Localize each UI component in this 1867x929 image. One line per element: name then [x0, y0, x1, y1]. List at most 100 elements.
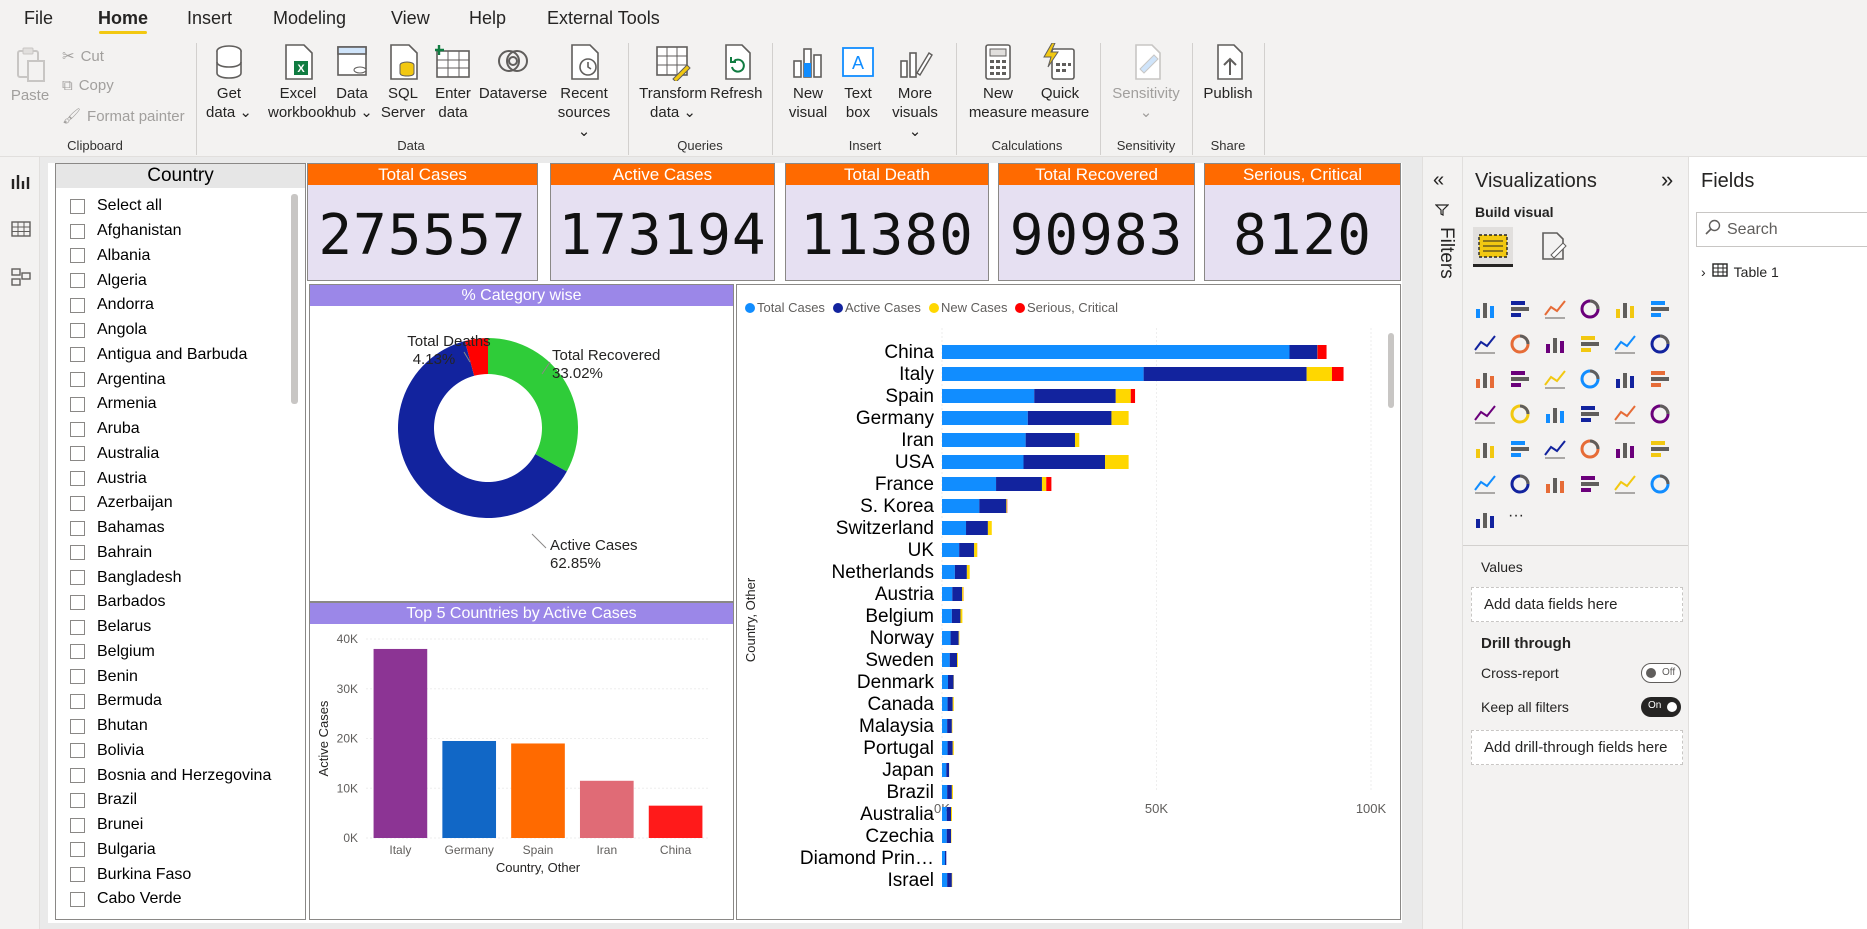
visual-type-icon[interactable]: [1543, 367, 1567, 391]
kpi-card-active-cases[interactable]: Active Cases 173194: [550, 163, 775, 281]
menu-help[interactable]: Help: [469, 8, 506, 29]
slicer-item[interactable]: Aruba: [70, 417, 290, 442]
checkbox[interactable]: [70, 446, 85, 462]
slicer-item[interactable]: Angola: [70, 318, 290, 343]
bar-segment[interactable]: [946, 807, 952, 821]
transform-data-button[interactable]: Transform data ⌄: [638, 43, 708, 122]
bar-segment[interactable]: [1027, 411, 1112, 425]
top5-bar-chart-panel[interactable]: Top 5 Countries by Active Cases 0K 10K 20K…: [309, 602, 734, 920]
bar-segment[interactable]: [979, 499, 1007, 513]
visual-type-icon[interactable]: [1613, 332, 1637, 356]
bar-segment[interactable]: [942, 521, 967, 535]
bar-segment[interactable]: [1289, 345, 1318, 359]
visual-type-icon[interactable]: [1578, 472, 1602, 496]
bar-segment[interactable]: [1115, 389, 1131, 403]
visual-type-icon[interactable]: [1508, 402, 1532, 426]
checkbox[interactable]: [70, 768, 85, 784]
bar-segment[interactable]: [942, 455, 1024, 469]
bar[interactable]: [511, 743, 565, 838]
bar-segment[interactable]: [942, 807, 947, 821]
bar[interactable]: [442, 740, 497, 838]
slicer-item[interactable]: Bosnia and Herzegovina: [70, 763, 290, 788]
checkbox[interactable]: [70, 248, 85, 264]
checkbox[interactable]: [70, 867, 85, 883]
visual-type-icon[interactable]: [1473, 367, 1497, 391]
data-hub-button[interactable]: Data hub ⌄: [330, 43, 374, 122]
expand-chevron-icon[interactable]: »: [1661, 167, 1673, 193]
checkbox[interactable]: [70, 495, 85, 511]
slicer-item[interactable]: Antigua and Barbuda: [70, 343, 290, 368]
slicer-item[interactable]: Andorra: [70, 293, 290, 318]
visual-type-icon[interactable]: [1508, 437, 1532, 461]
bar[interactable]: [579, 780, 634, 838]
slicer-item[interactable]: Select all: [70, 194, 290, 219]
text-box-button[interactable]: A Text box: [836, 43, 880, 122]
chart-scrollbar[interactable]: [1388, 333, 1394, 408]
slicer-item[interactable]: Belarus: [70, 615, 290, 640]
checkbox[interactable]: [70, 693, 85, 709]
visual-type-icon[interactable]: [1508, 297, 1532, 321]
visual-type-icon[interactable]: [1648, 297, 1672, 321]
bar-segment[interactable]: [948, 675, 954, 689]
bar[interactable]: [648, 805, 703, 838]
slicer-item[interactable]: Belgium: [70, 640, 290, 665]
bar-segment[interactable]: [1006, 499, 1007, 513]
visual-type-icon[interactable]: [1543, 332, 1567, 356]
visual-type-icon[interactable]: [1508, 367, 1532, 391]
checkbox[interactable]: [70, 520, 85, 536]
bar-segment[interactable]: [1041, 477, 1047, 491]
format-painter-button[interactable]: 🖌 Format painter: [62, 107, 185, 126]
menu-file[interactable]: File: [24, 8, 53, 29]
model-view-icon[interactable]: [11, 267, 31, 287]
bar-segment[interactable]: [947, 697, 953, 711]
bar-segment[interactable]: [951, 719, 953, 733]
bar[interactable]: [373, 648, 428, 838]
menu-home[interactable]: Home: [98, 8, 148, 29]
checkbox[interactable]: [70, 644, 85, 660]
visual-type-icon[interactable]: [1613, 367, 1637, 391]
bar-segment[interactable]: [942, 719, 948, 733]
bar-segment[interactable]: [996, 477, 1042, 491]
bar-segment[interactable]: [952, 587, 963, 601]
slicer-item[interactable]: Algeria: [70, 268, 290, 293]
visual-type-icon[interactable]: [1648, 472, 1672, 496]
checkbox[interactable]: [70, 396, 85, 412]
checkbox[interactable]: [70, 619, 85, 635]
bar-segment[interactable]: [952, 741, 954, 755]
bar-segment[interactable]: [1306, 367, 1332, 381]
slicer-item[interactable]: Barbados: [70, 590, 290, 615]
slicer-item[interactable]: Bahrain: [70, 541, 290, 566]
visual-type-icon[interactable]: [1578, 367, 1602, 391]
slicer-item[interactable]: Bangladesh: [70, 565, 290, 590]
slicer-scrollbar[interactable]: [291, 194, 298, 404]
bar-segment[interactable]: [951, 785, 953, 799]
more-options-icon[interactable]: ···: [1508, 507, 1532, 531]
bar-segment[interactable]: [962, 587, 964, 601]
checkbox[interactable]: [70, 669, 85, 685]
bar-segment[interactable]: [942, 785, 948, 799]
visual-type-icon[interactable]: [1473, 402, 1497, 426]
slicer-item[interactable]: Argentina: [70, 367, 290, 392]
kpi-card-serious-critical[interactable]: Serious, Critical 8120: [1204, 163, 1401, 281]
bar-segment[interactable]: [1130, 389, 1136, 403]
bar-segment[interactable]: [1074, 433, 1080, 447]
bar-segment[interactable]: [951, 807, 952, 821]
bar-segment[interactable]: [1111, 411, 1129, 425]
checkbox[interactable]: [70, 297, 85, 313]
bar-segment[interactable]: [945, 851, 947, 865]
donut-chart-panel[interactable]: % Category wise Total Recovered 33.02% Act…: [309, 284, 734, 602]
visual-type-icon[interactable]: [1473, 507, 1497, 531]
bar-segment[interactable]: [974, 543, 978, 557]
bar-segment[interactable]: [942, 851, 946, 865]
filters-pane[interactable]: « Filters: [1422, 157, 1462, 929]
build-visual-tab[interactable]: [1473, 227, 1513, 267]
kpi-card-total-recovered[interactable]: Total Recovered 90983: [998, 163, 1195, 281]
checkbox[interactable]: [70, 471, 85, 487]
new-visual-button[interactable]: New visual: [784, 43, 832, 122]
bar-segment[interactable]: [942, 543, 960, 557]
checkbox[interactable]: [70, 842, 85, 858]
keep-filters-toggle[interactable]: On: [1641, 697, 1681, 717]
visual-type-icon[interactable]: [1473, 332, 1497, 356]
slicer-item[interactable]: Bahamas: [70, 516, 290, 541]
report-view-icon[interactable]: [11, 171, 31, 191]
